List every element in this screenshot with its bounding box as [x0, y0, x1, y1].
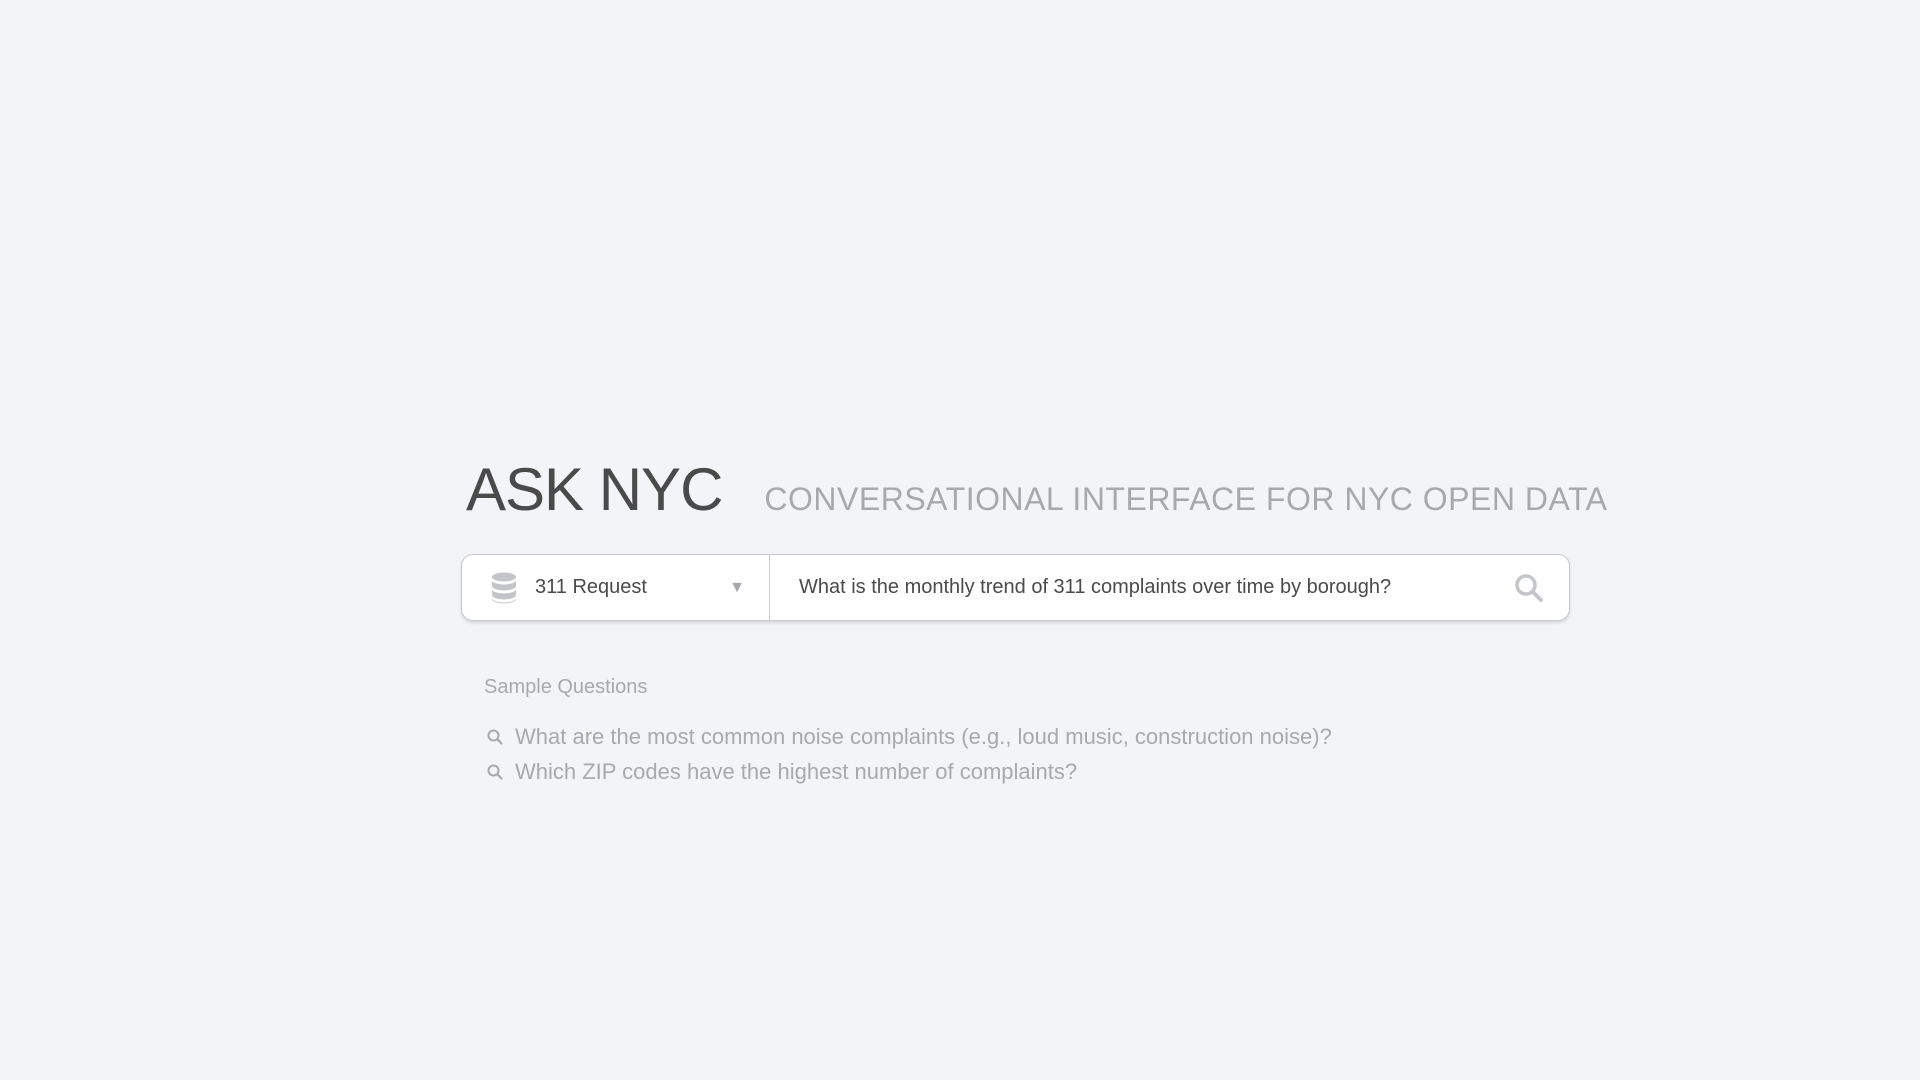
search-icon: [487, 729, 503, 745]
header: ASK NYC CONVERSATIONAL INTERFACE FOR NYC…: [466, 455, 1607, 524]
sample-question-text: What are the most common noise complaint…: [515, 723, 1332, 749]
database-icon: [492, 572, 516, 603]
search-bar: 311 Request ▼: [461, 554, 1570, 621]
search-button[interactable]: [1489, 555, 1569, 620]
app-subtitle: CONVERSATIONAL INTERFACE FOR NYC OPEN DA…: [764, 481, 1608, 517]
sample-question-item[interactable]: Which ZIP codes have the highest number …: [484, 754, 1332, 789]
sample-question-text: Which ZIP codes have the highest number …: [515, 758, 1078, 784]
query-input[interactable]: [770, 554, 1489, 621]
caret-down-icon: ▼: [729, 578, 745, 596]
sample-questions: Sample Questions What are the most commo…: [484, 676, 1332, 789]
search-icon: [1515, 573, 1543, 602]
sample-question-item[interactable]: What are the most common noise complaint…: [484, 719, 1332, 754]
page: ASK NYC CONVERSATIONAL INTERFACE FOR NYC…: [0, 0, 1920, 1080]
dataset-dropdown[interactable]: 311 Request ▼: [462, 555, 770, 620]
search-icon: [487, 764, 503, 780]
sample-questions-heading: Sample Questions: [484, 676, 648, 698]
app-title: ASK NYC: [466, 456, 723, 523]
dataset-selected-label: 311 Request: [535, 576, 647, 598]
